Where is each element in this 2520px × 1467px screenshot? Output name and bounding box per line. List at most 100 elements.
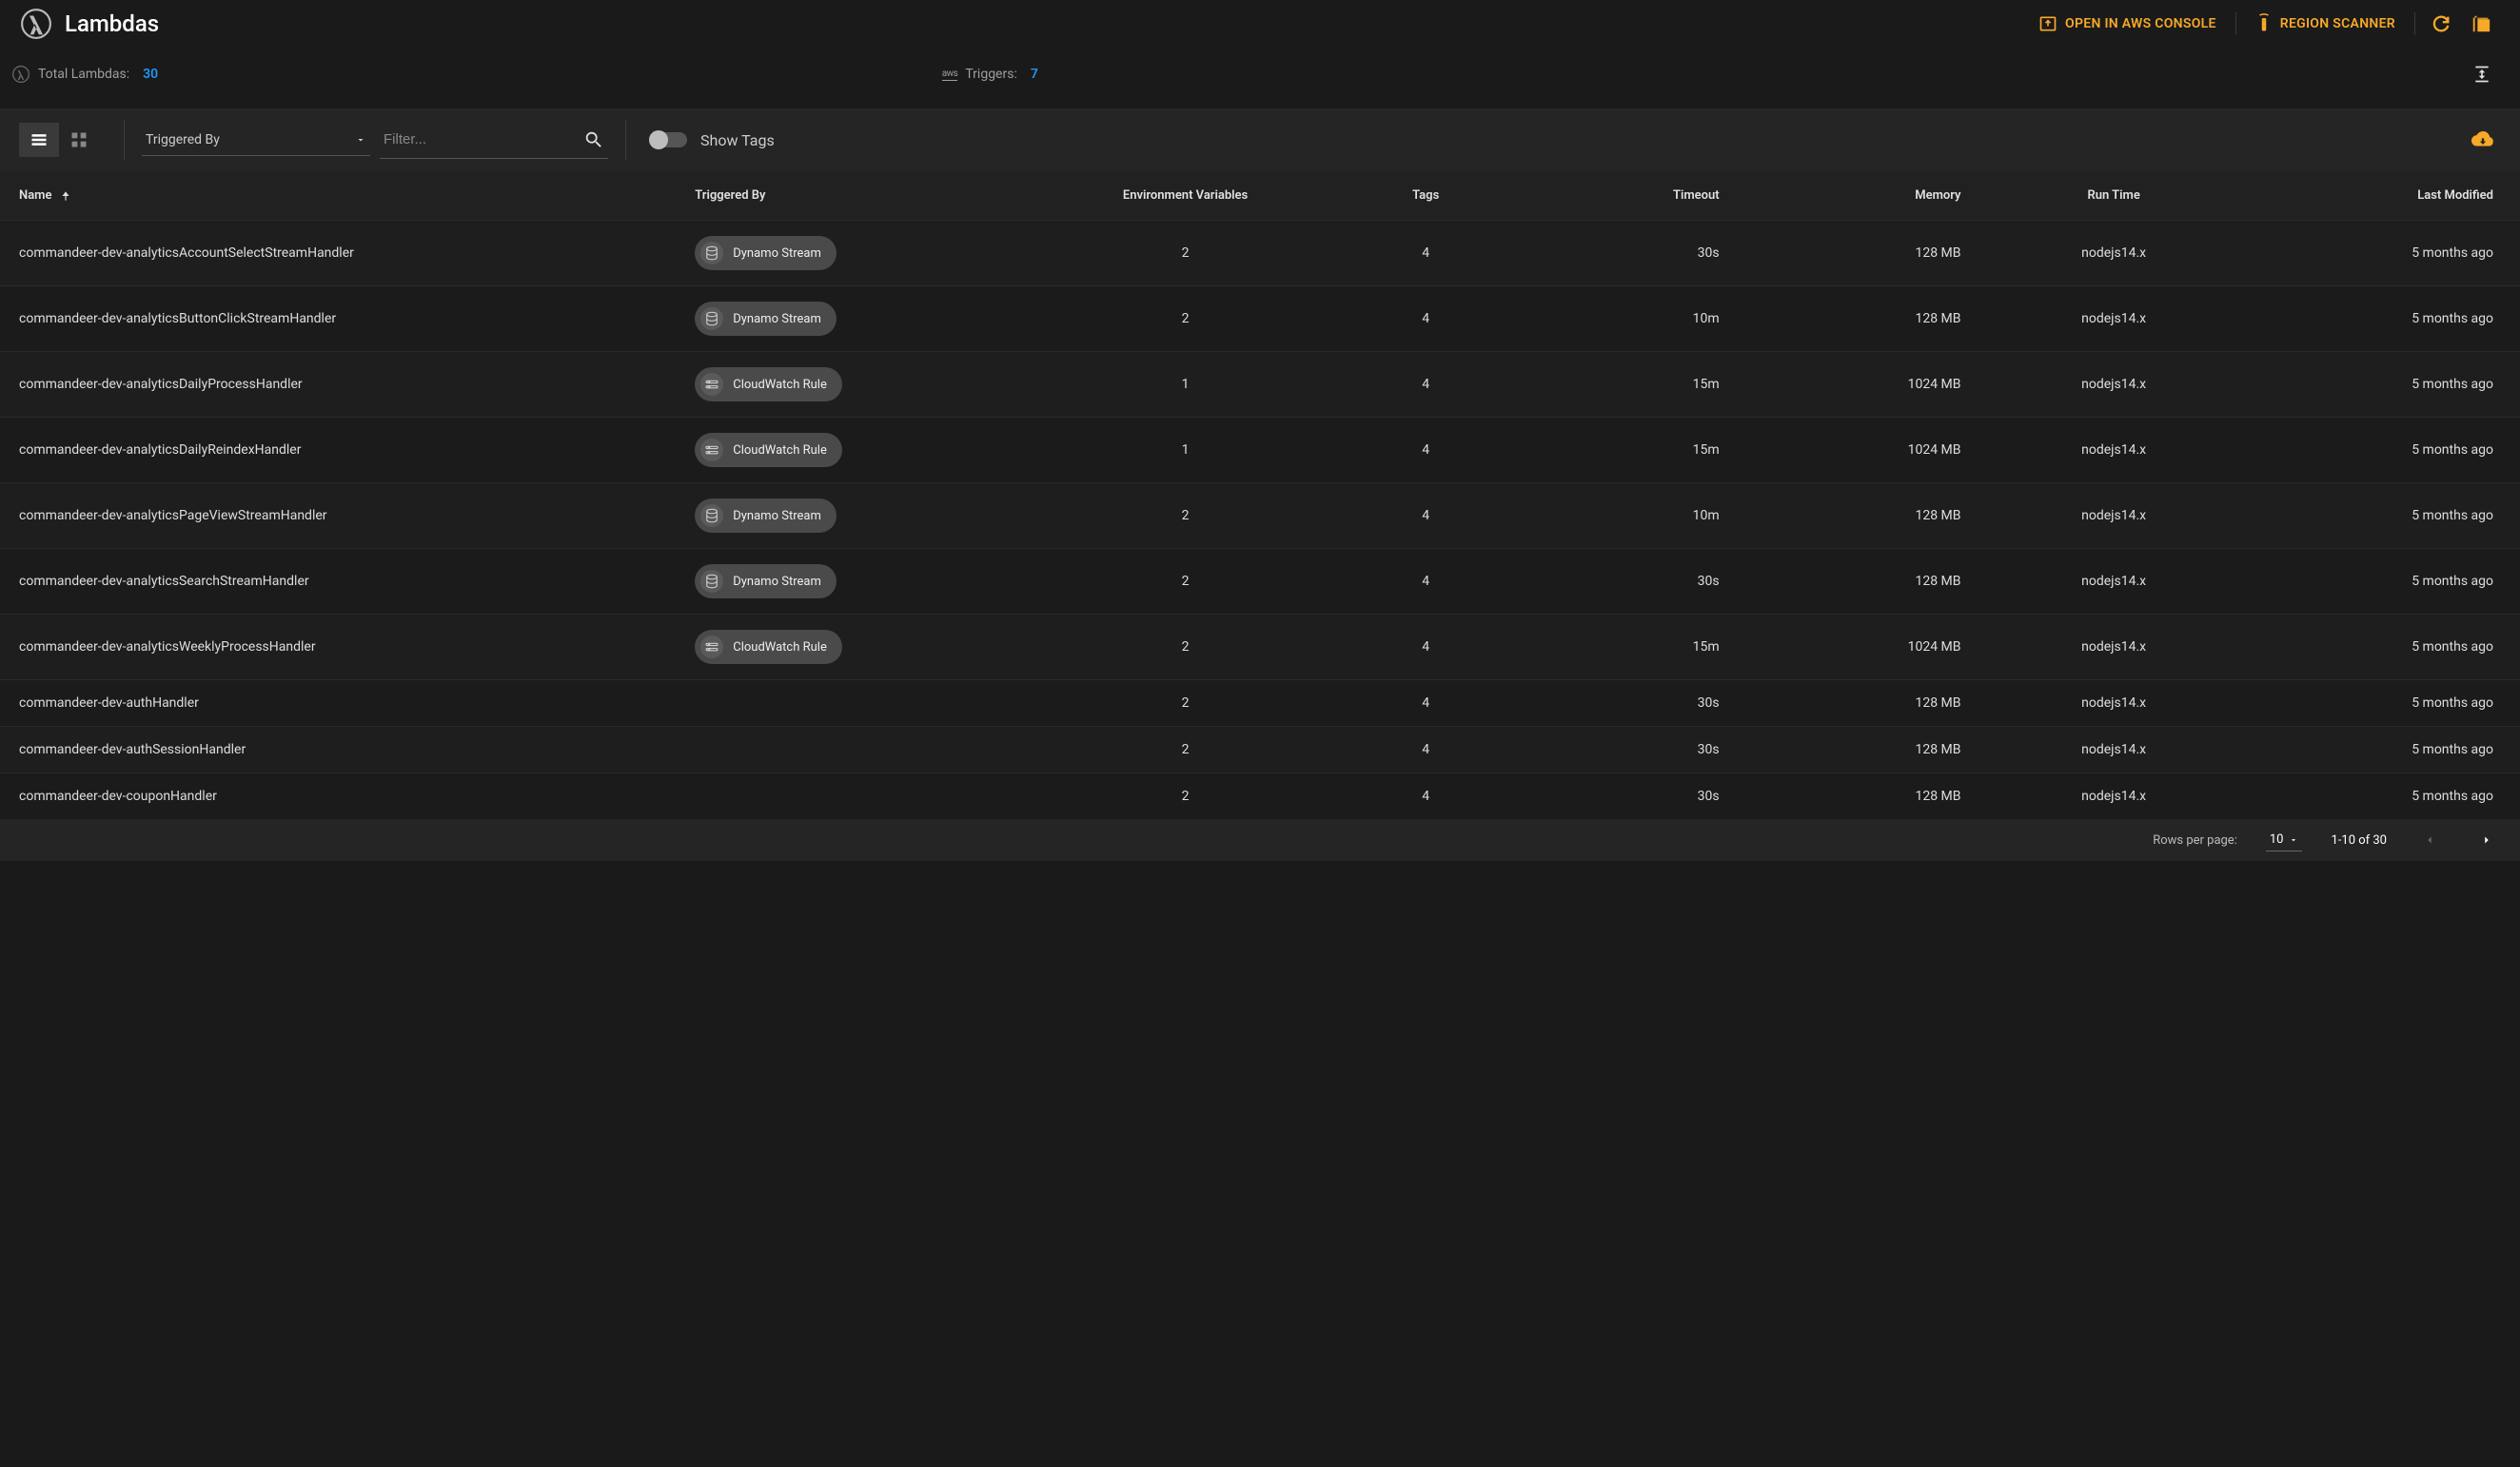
cell-memory: 128 MB — [1758, 727, 1990, 773]
refresh-button[interactable] — [2421, 6, 2461, 42]
trigger-chip[interactable]: Dynamo Stream — [695, 564, 837, 598]
trigger-chip-label: Dynamo Stream — [733, 246, 821, 261]
library-button[interactable] — [2461, 6, 2501, 42]
table-row[interactable]: commandeer-dev-authSessionHandler2430s12… — [0, 727, 2520, 773]
lambda-logo-icon — [19, 7, 53, 41]
trigger-chip[interactable]: Dynamo Stream — [695, 499, 837, 533]
lambda-mini-icon — [11, 65, 30, 84]
trigger-chip-label: CloudWatch Rule — [733, 443, 827, 458]
cell-tags: 4 — [1327, 549, 1526, 615]
cell-timeout: 30s — [1526, 680, 1758, 727]
trigger-chip-label: Dynamo Stream — [733, 575, 821, 589]
trigger-chip[interactable]: Dynamo Stream — [695, 302, 837, 336]
refresh-icon — [2431, 13, 2451, 34]
cell-modified: 5 months ago — [2238, 549, 2520, 615]
cell-modified: 5 months ago — [2238, 615, 2520, 680]
trigger-chip[interactable]: CloudWatch Rule — [695, 630, 842, 664]
trigger-chip-label: CloudWatch Rule — [733, 378, 827, 392]
cell-modified: 5 months ago — [2238, 727, 2520, 773]
table-row[interactable]: commandeer-dev-couponHandler2430s128 MBn… — [0, 773, 2520, 820]
cell-runtime: nodejs14.x — [1989, 680, 2237, 727]
column-header-triggered-by[interactable]: Triggered By — [679, 171, 1044, 221]
cell-name: commandeer-dev-analyticsDailyReindexHand… — [0, 418, 679, 483]
divider — [625, 120, 626, 160]
cell-runtime: nodejs14.x — [1989, 615, 2237, 680]
cell-timeout: 30s — [1526, 221, 1758, 286]
cell-timeout: 15m — [1526, 615, 1758, 680]
column-header-env[interactable]: Environment Variables — [1045, 171, 1327, 221]
cell-tags: 4 — [1327, 680, 1526, 727]
cell-timeout: 10m — [1526, 483, 1758, 549]
chevron-right-icon — [2480, 833, 2493, 847]
table-row[interactable]: commandeer-dev-analyticsButtonClickStrea… — [0, 286, 2520, 352]
cell-runtime: nodejs14.x — [1989, 221, 2237, 286]
trigger-chip-label: CloudWatch Rule — [733, 640, 827, 655]
triggered-by-select-label: Triggered By — [146, 132, 220, 147]
table-row[interactable]: commandeer-dev-analyticsPageViewStreamHa… — [0, 483, 2520, 549]
chevron-down-icon — [2289, 835, 2298, 845]
cell-timeout: 10m — [1526, 286, 1758, 352]
download-cloud-button[interactable] — [2465, 125, 2501, 155]
table-row[interactable]: commandeer-dev-analyticsDailyReindexHand… — [0, 418, 2520, 483]
table-row[interactable]: commandeer-dev-authHandler2430s128 MBnod… — [0, 680, 2520, 727]
rows-per-page-select[interactable]: 10 — [2266, 829, 2303, 851]
cell-trigger: Dynamo Stream — [679, 221, 1044, 286]
table-row[interactable]: commandeer-dev-analyticsDailyProcessHand… — [0, 352, 2520, 418]
cell-env: 1 — [1045, 418, 1327, 483]
table-row[interactable]: commandeer-dev-analyticsAccountSelectStr… — [0, 221, 2520, 286]
cell-name: commandeer-dev-analyticsSearchStreamHand… — [0, 549, 679, 615]
search-icon — [583, 129, 604, 150]
total-lambdas-label: Total Lambdas: — [38, 67, 129, 82]
open-in-aws-console-button[interactable]: OPEN IN AWS CONSOLE — [2025, 7, 2230, 41]
column-header-timeout[interactable]: Timeout — [1526, 171, 1758, 221]
column-header-name[interactable]: Name — [0, 171, 679, 221]
region-scanner-label: REGION SCANNER — [2280, 16, 2395, 31]
cell-modified: 5 months ago — [2238, 483, 2520, 549]
next-page-button[interactable] — [2472, 830, 2501, 851]
table-row[interactable]: commandeer-dev-analyticsWeeklyProcessHan… — [0, 615, 2520, 680]
region-scanner-button[interactable]: REGION SCANNER — [2242, 6, 2409, 42]
trigger-chip[interactable]: CloudWatch Rule — [695, 433, 842, 467]
rows-per-page-value: 10 — [2270, 832, 2284, 847]
pagination-range: 1-10 of 30 — [2331, 833, 2387, 848]
column-header-runtime[interactable]: Run Time — [1989, 171, 2237, 221]
table-row[interactable]: commandeer-dev-analyticsSearchStreamHand… — [0, 549, 2520, 615]
cell-tags: 4 — [1327, 221, 1526, 286]
cloudwatch-icon — [700, 373, 723, 396]
trigger-chip[interactable]: Dynamo Stream — [695, 236, 837, 270]
chevron-left-icon — [2423, 833, 2436, 847]
column-header-modified[interactable]: Last Modified — [2238, 171, 2520, 221]
cell-memory: 128 MB — [1758, 549, 1990, 615]
cell-memory: 1024 MB — [1758, 418, 1990, 483]
cell-modified: 5 months ago — [2238, 773, 2520, 820]
cell-memory: 1024 MB — [1758, 352, 1990, 418]
cell-tags: 4 — [1327, 286, 1526, 352]
pagination-footer: Rows per page: 10 1-10 of 30 — [0, 819, 2520, 861]
filter-field[interactable] — [380, 122, 608, 159]
list-view-button[interactable] — [19, 123, 59, 157]
triggers-value: 7 — [1031, 67, 1038, 82]
column-header-tags[interactable]: Tags — [1327, 171, 1526, 221]
grid-view-button[interactable] — [59, 123, 99, 157]
prev-page-button[interactable] — [2415, 830, 2444, 851]
filter-input[interactable] — [384, 131, 583, 147]
cell-env: 2 — [1045, 549, 1327, 615]
triggered-by-select[interactable]: Triggered By — [142, 125, 370, 156]
cell-modified: 5 months ago — [2238, 286, 2520, 352]
trigger-chip[interactable]: CloudWatch Rule — [695, 367, 842, 401]
column-header-memory[interactable]: Memory — [1758, 171, 1990, 221]
cell-trigger: Dynamo Stream — [679, 549, 1044, 615]
trigger-chip-label: Dynamo Stream — [733, 509, 821, 523]
view-toggle — [19, 123, 99, 157]
cell-runtime: nodejs14.x — [1989, 773, 2237, 820]
cell-modified: 5 months ago — [2238, 352, 2520, 418]
cloudwatch-icon — [700, 636, 723, 658]
cell-tags: 4 — [1327, 727, 1526, 773]
aws-icon: aws — [942, 68, 958, 81]
cell-trigger — [679, 773, 1044, 820]
cell-timeout: 30s — [1526, 549, 1758, 615]
sort-asc-icon — [59, 188, 72, 203]
expand-collapse-button[interactable] — [2463, 57, 2501, 91]
show-tags-toggle[interactable] — [651, 132, 687, 147]
cell-timeout: 15m — [1526, 352, 1758, 418]
